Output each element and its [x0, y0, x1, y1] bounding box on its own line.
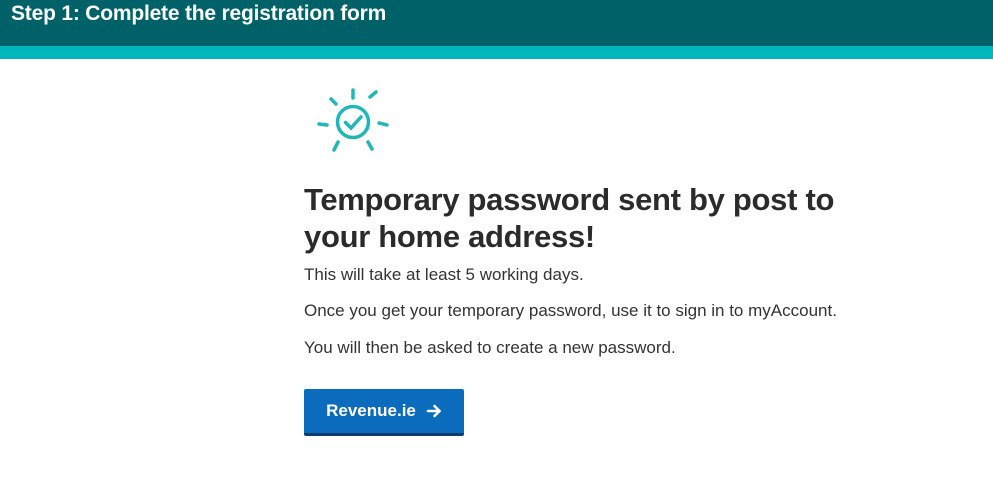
- page-header: Step 1: Complete the registration form: [0, 0, 993, 46]
- revenue-link-label: Revenue.ie: [326, 401, 416, 420]
- new-password-text: You will then be asked to create a new p…: [304, 338, 676, 357]
- header-accent-bar: [0, 46, 993, 59]
- delivery-time-text: This will take at least 5 working days.: [304, 265, 584, 284]
- arrow-right-icon: [426, 403, 442, 419]
- sun-check-icon: [316, 86, 390, 158]
- step-title: Step 1: Complete the registration form: [11, 2, 387, 25]
- revenue-link-button[interactable]: Revenue.ie: [304, 389, 464, 436]
- confirmation-heading: Temporary password sent by post to your …: [304, 182, 835, 254]
- sign-in-instructions-text: Once you get your temporary password, us…: [304, 301, 837, 320]
